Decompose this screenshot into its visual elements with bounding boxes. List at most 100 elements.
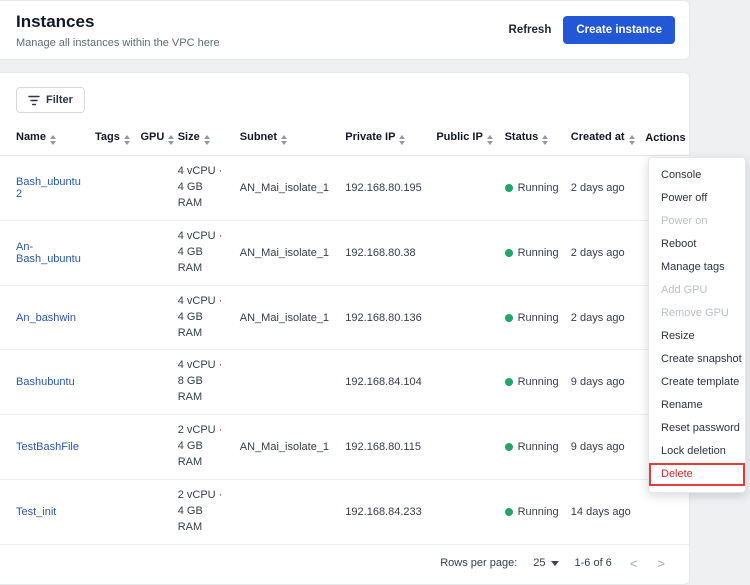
page-header: Instances Manage all instances within th… bbox=[0, 0, 690, 60]
subnet-cell: AN_Mai_isolate_1 bbox=[234, 156, 340, 221]
gpu-cell bbox=[134, 156, 171, 221]
menu-item-resize[interactable]: Resize bbox=[649, 325, 745, 348]
name-cell: An_bashwin bbox=[0, 285, 89, 350]
instance-name-link[interactable]: An-Bash_ubuntu bbox=[16, 241, 81, 265]
status-cell: Running bbox=[499, 220, 565, 285]
public-ip-cell bbox=[430, 415, 498, 480]
subnet-cell bbox=[234, 350, 340, 415]
private-ip-cell: 192.168.80.195 bbox=[339, 156, 430, 221]
menu-item-console[interactable]: Console bbox=[649, 164, 745, 187]
name-cell: An-Bash_ubuntu bbox=[0, 220, 89, 285]
table-header-row: Name Tags GPU Size Subnet Private IP Public IP… bbox=[0, 125, 689, 156]
menu-item-remove-gpu: Remove GPU bbox=[649, 302, 745, 325]
subnet-cell: AN_Mai_isolate_1 bbox=[234, 285, 340, 350]
private-ip-cell: 192.168.80.115 bbox=[339, 415, 430, 480]
gpu-cell bbox=[134, 480, 171, 545]
tags-cell bbox=[89, 220, 135, 285]
menu-item-lock-deletion[interactable]: Lock deletion bbox=[649, 440, 745, 463]
subnet-cell: AN_Mai_isolate_1 bbox=[234, 220, 340, 285]
column-label: Actions bbox=[645, 132, 685, 144]
column-header-name[interactable]: Name bbox=[0, 125, 89, 156]
public-ip-cell bbox=[430, 480, 498, 545]
column-header-gpu[interactable]: GPU bbox=[134, 125, 171, 156]
status-dot-icon bbox=[505, 378, 513, 386]
menu-item-delete[interactable]: Delete bbox=[649, 463, 745, 486]
sort-icon bbox=[629, 135, 635, 145]
column-label: Size bbox=[178, 131, 200, 143]
gpu-cell bbox=[134, 415, 171, 480]
size-cell: 4 vCPU · 8 GB RAM bbox=[172, 350, 234, 415]
name-cell: Bashubuntu bbox=[0, 350, 89, 415]
column-header-tags[interactable]: Tags bbox=[89, 125, 135, 156]
created-at-cell: 9 days ago bbox=[565, 350, 639, 415]
menu-item-reset-password[interactable]: Reset password bbox=[649, 417, 745, 440]
create-instance-button[interactable]: Create instance bbox=[563, 16, 675, 44]
sort-icon bbox=[281, 135, 287, 145]
instance-name-link[interactable]: Bashubuntu bbox=[16, 376, 75, 388]
header-actions: Refresh Create instance bbox=[509, 12, 675, 44]
page-header-text: Instances Manage all instances within th… bbox=[16, 12, 220, 49]
instance-name-link[interactable]: Bash_ubuntu2 bbox=[16, 176, 81, 200]
status-cell: Running bbox=[499, 415, 565, 480]
column-label: Public IP bbox=[436, 131, 482, 143]
status-cell: Running bbox=[499, 350, 565, 415]
rows-per-page-label: Rows per page: bbox=[440, 557, 517, 569]
created-at-cell: 14 days ago bbox=[565, 480, 639, 545]
column-label: Status bbox=[505, 131, 539, 143]
rows-per-page-value: 25 bbox=[533, 557, 545, 569]
rows-per-page-select[interactable]: 25 bbox=[533, 557, 558, 569]
filter-button[interactable]: Filter bbox=[16, 87, 85, 113]
column-header-status[interactable]: Status bbox=[499, 125, 565, 156]
column-header-size[interactable]: Size bbox=[172, 125, 234, 156]
caret-down-icon bbox=[551, 561, 559, 566]
tags-cell bbox=[89, 480, 135, 545]
table-row: An_bashwin4 vCPU · 4 GB RAMAN_Mai_isolat… bbox=[0, 285, 689, 350]
table-row: Test_init 2 vCPU · 4 GB RAM 192.168.84.233… bbox=[0, 480, 689, 545]
refresh-button[interactable]: Refresh bbox=[509, 24, 552, 36]
column-header-created_at[interactable]: Created at bbox=[565, 125, 639, 156]
previous-page-button[interactable]: < bbox=[628, 556, 640, 571]
table-row: TestBashFile2 vCPU · 4 GB RAMAN_Mai_isol… bbox=[0, 415, 689, 480]
column-header-private_ip[interactable]: Private IP bbox=[339, 125, 430, 156]
filter-button-label: Filter bbox=[46, 94, 73, 106]
instance-name-link[interactable]: An_bashwin bbox=[16, 312, 76, 324]
gpu-cell bbox=[134, 220, 171, 285]
table-row: Bash_ubuntu24 vCPU · 4 GB RAMAN_Mai_isol… bbox=[0, 156, 689, 221]
tags-cell bbox=[89, 156, 135, 221]
menu-item-power-off[interactable]: Power off bbox=[649, 187, 745, 210]
menu-item-manage-tags[interactable]: Manage tags bbox=[649, 256, 745, 279]
column-header-subnet[interactable]: Subnet bbox=[234, 125, 340, 156]
status-dot-icon bbox=[505, 249, 513, 257]
private-ip-cell: 192.168.84.233 bbox=[339, 480, 430, 545]
pagination-range: 1-6 of 6 bbox=[575, 557, 612, 569]
sort-icon bbox=[399, 135, 405, 145]
created-at-cell: 2 days ago bbox=[565, 285, 639, 350]
menu-item-create-template[interactable]: Create template bbox=[649, 371, 745, 394]
table-row: An-Bash_ubuntu4 vCPU · 4 GB RAMAN_Mai_is… bbox=[0, 220, 689, 285]
private-ip-cell: 192.168.84.104 bbox=[339, 350, 430, 415]
table-row: Bashubuntu 4 vCPU · 8 GB RAM 192.168.84.10… bbox=[0, 350, 689, 415]
column-label: GPU bbox=[140, 131, 164, 143]
menu-item-create-snapshot[interactable]: Create snapshot bbox=[649, 348, 745, 371]
column-header-public_ip[interactable]: Public IP bbox=[430, 125, 498, 156]
status-cell: Running bbox=[499, 480, 565, 545]
instance-name-link[interactable]: Test_init bbox=[16, 506, 56, 518]
size-cell: 2 vCPU · 4 GB RAM bbox=[172, 480, 234, 545]
next-page-button[interactable]: > bbox=[655, 556, 667, 571]
menu-item-reboot[interactable]: Reboot bbox=[649, 233, 745, 256]
filter-icon bbox=[28, 95, 40, 106]
column-label: Name bbox=[16, 131, 46, 143]
created-at-cell: 2 days ago bbox=[565, 156, 639, 221]
private-ip-cell: 192.168.80.38 bbox=[339, 220, 430, 285]
gpu-cell bbox=[134, 350, 171, 415]
menu-item-add-gpu: Add GPU bbox=[649, 279, 745, 302]
instance-name-link[interactable]: TestBashFile bbox=[16, 441, 79, 453]
subnet-cell: AN_Mai_isolate_1 bbox=[234, 415, 340, 480]
status-dot-icon bbox=[505, 314, 513, 322]
tags-cell bbox=[89, 415, 135, 480]
column-label: Subnet bbox=[240, 131, 277, 143]
menu-item-rename[interactable]: Rename bbox=[649, 394, 745, 417]
sort-icon bbox=[168, 135, 174, 145]
status-dot-icon bbox=[505, 508, 513, 516]
gpu-cell bbox=[134, 285, 171, 350]
